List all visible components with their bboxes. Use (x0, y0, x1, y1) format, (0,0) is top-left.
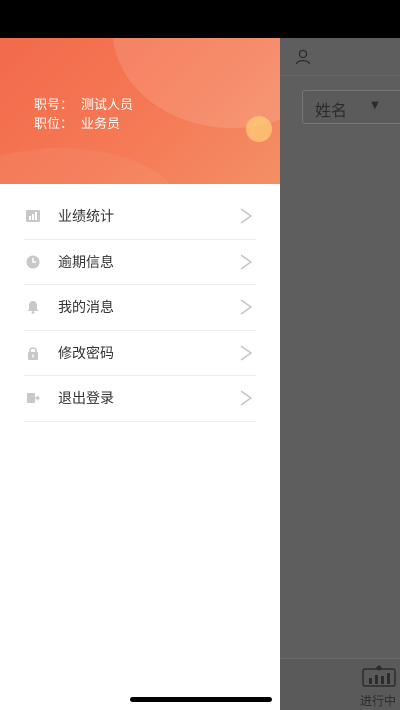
decorative-dot (246, 116, 272, 142)
in-progress-tab-icon[interactable] (362, 665, 396, 687)
chevron-right-icon (240, 390, 253, 406)
chevron-right-icon (240, 344, 253, 361)
menu-item-overdue[interactable]: 逾期信息 (24, 240, 256, 285)
logout-icon (27, 393, 40, 403)
lock-icon (28, 346, 38, 360)
profile-header: 职号： 测试人员 职位： 业务员 (0, 38, 280, 184)
menu-label: 退出登录 (58, 391, 114, 407)
position-label: 职位： (34, 117, 74, 132)
in-progress-tab-label[interactable]: 进行中 (360, 692, 396, 709)
name-filter-label: 姓名 (315, 101, 348, 120)
background-top-bar (280, 38, 400, 76)
chevron-down-icon: ▼ (371, 100, 379, 111)
bell-icon (27, 301, 39, 314)
menu-label: 业绩统计 (58, 209, 114, 225)
name-filter-select[interactable]: 姓名 ▼ (302, 90, 400, 124)
job-number-label: 职号： (34, 98, 74, 113)
chevron-right-icon (240, 253, 253, 270)
background-bottom-bar: 进行中 (280, 658, 400, 710)
menu-label: 我的消息 (58, 300, 114, 316)
job-number-row: 职号： 测试人员 (34, 94, 133, 113)
side-drawer: 职号： 测试人员 职位： 业务员 业绩统计 逾期信息 我的消息 修改密码 退出登… (0, 38, 280, 710)
status-bar (0, 0, 400, 38)
bar-chart-icon (26, 210, 40, 222)
position-row: 职位： 业务员 (34, 113, 120, 132)
position-value: 业务员 (81, 117, 121, 132)
menu-item-performance[interactable]: 业绩统计 (24, 194, 256, 240)
chevron-right-icon (240, 208, 253, 224)
background-app: 姓名 ▼ 进行中 (280, 38, 400, 710)
job-number-value: 测试人员 (81, 98, 134, 113)
home-indicator[interactable] (130, 697, 272, 702)
chevron-right-icon (240, 299, 253, 315)
drawer-menu: 业绩统计 逾期信息 我的消息 修改密码 退出登录 (24, 194, 256, 422)
menu-item-change-password[interactable]: 修改密码 (24, 331, 256, 376)
menu-item-messages[interactable]: 我的消息 (24, 285, 256, 331)
decorative-circle (112, 38, 280, 128)
user-icon[interactable] (294, 48, 312, 66)
clock-icon (26, 255, 40, 268)
menu-label: 逾期信息 (58, 254, 114, 271)
decorative-circle (0, 148, 180, 184)
menu-label: 修改密码 (58, 345, 114, 362)
menu-item-logout[interactable]: 退出登录 (24, 376, 256, 422)
